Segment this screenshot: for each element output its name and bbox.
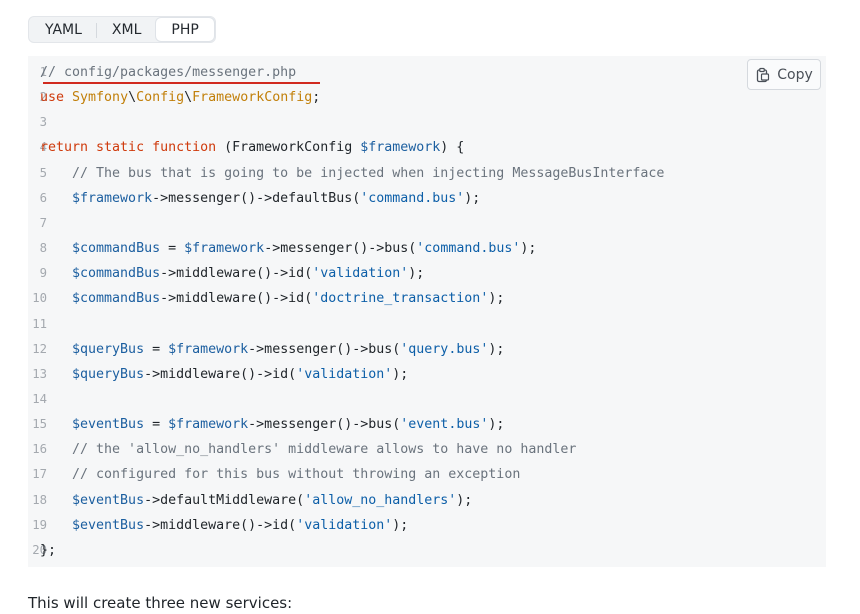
tab-xml[interactable]: XML	[97, 18, 156, 41]
code-line: 4 return static function (FrameworkConfig…	[28, 135, 826, 160]
code-line: 6 $framework->messenger()->defaultBus('c…	[28, 186, 826, 211]
code-text: use Symfony\Config\FrameworkConfig;	[40, 90, 321, 106]
code-line: 10 $commandBus->middleware()->id('doctri…	[28, 286, 826, 311]
language-tabs: YAML XML PHP	[28, 16, 216, 43]
code-text: $commandBus->middleware()->id('validatio…	[40, 266, 425, 282]
code-block: 1// config/packages/messenger.php 2 use Sy…	[28, 56, 826, 567]
code-text: $framework->messenger()->defaultBus('com…	[40, 190, 481, 206]
code-line: 7	[28, 211, 826, 236]
code-line: 14	[28, 387, 826, 412]
code-line: 15 $eventBus = $framework->messenger()->…	[28, 412, 826, 437]
code-text: $queryBus = $framework->messenger()->bus…	[40, 341, 505, 357]
code-line: 13 $queryBus->middleware()->id('validati…	[28, 362, 826, 387]
code-text: // The bus that is going to be injected …	[40, 165, 665, 181]
code-text: // the 'allow_no_handlers' middleware al…	[40, 442, 577, 458]
code-text: return static function (FrameworkConfig …	[40, 140, 465, 156]
code-text: // configured for this bus without throw…	[40, 467, 521, 483]
code-line: 16 // the 'allow_no_handlers' middleware…	[28, 437, 826, 462]
description-text: This will create three new services:	[28, 594, 293, 612]
code-line: 9 $commandBus->middleware()->id('validat…	[28, 261, 826, 286]
code-line: 12 $queryBus = $framework->messenger()->…	[28, 337, 826, 362]
code-text: $eventBus->middleware()->id('validation'…	[40, 517, 409, 533]
code-line: 5 // The bus that is going to be injecte…	[28, 161, 826, 186]
code-line: 2 use Symfony\Config\FrameworkConfig;	[28, 85, 826, 110]
code-line: 8 $commandBus = $framework->messenger()-…	[28, 236, 826, 261]
clipboard-icon	[757, 67, 770, 82]
line-number: 14	[32, 391, 47, 406]
code-line: 19 $eventBus->middleware()->id('validati…	[28, 513, 826, 538]
code-line: 20};	[28, 538, 826, 563]
code-text: $eventBus = $framework->messenger()->bus…	[40, 417, 505, 433]
copy-label: Copy	[777, 66, 813, 83]
highlight-underline	[43, 82, 320, 84]
line-number: 3	[39, 115, 47, 130]
code-text: $eventBus->defaultMiddleware('allow_no_h…	[40, 492, 473, 508]
tab-php[interactable]: PHP	[156, 18, 214, 41]
code-line: 18 $eventBus->defaultMiddleware('allow_n…	[28, 488, 826, 513]
code-line: 3	[28, 110, 826, 135]
copy-button[interactable]: Copy	[747, 59, 821, 90]
code-text: };	[40, 542, 57, 558]
line-number: 7	[39, 215, 47, 230]
tab-yaml[interactable]: YAML	[30, 18, 97, 41]
code-text: $commandBus->middleware()->id('doctrine_…	[40, 291, 505, 307]
code-line: 11	[28, 312, 826, 337]
line-number: 11	[32, 316, 47, 331]
code-text: $queryBus->middleware()->id('validation'…	[40, 366, 409, 382]
code-line: 17 // configured for this bus without th…	[28, 462, 826, 487]
code-text: $commandBus = $framework->messenger()->b…	[40, 241, 537, 257]
